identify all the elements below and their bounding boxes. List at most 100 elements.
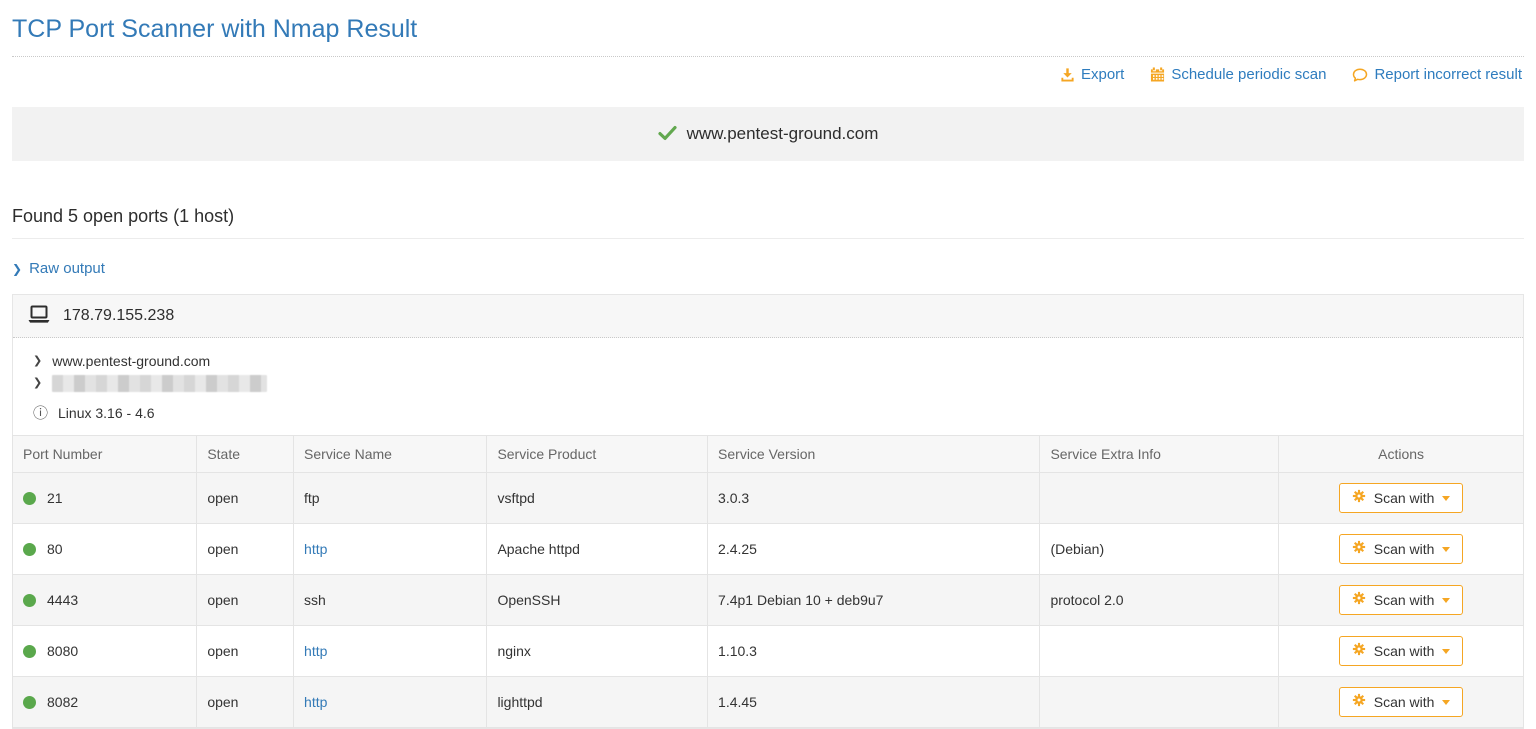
host-body: ❯ www.pentest-ground.com ❯ ⓘ Linux 3.16 …: [13, 338, 1523, 435]
laptop-icon: [27, 305, 51, 327]
service-product-cell: Apache httpd: [487, 524, 708, 575]
port-cell: 8080: [13, 626, 197, 677]
target-domain: www.pentest-ground.com: [687, 124, 879, 144]
state-cell: open: [197, 626, 294, 677]
service-name: ssh: [304, 592, 326, 608]
scan-with-label: Scan with: [1374, 541, 1435, 557]
scan-with-label: Scan with: [1374, 592, 1435, 608]
open-status-dot: [23, 492, 36, 505]
service-name[interactable]: http: [304, 694, 327, 710]
service-name-cell: http: [294, 677, 487, 728]
os-detection-row: ⓘ Linux 3.16 - 4.6: [33, 405, 1503, 421]
service-version-cell: 7.4p1 Debian 10 + deb9u7: [708, 575, 1040, 626]
table-row: 21 open ftp vsftpd 3.0.3 Scan with: [13, 473, 1524, 524]
toolbar: Export Schedule periodic scan Report inc…: [12, 56, 1524, 94]
table-row: 4443 open ssh OpenSSH 7.4p1 Debian 10 + …: [13, 575, 1524, 626]
service-product-cell: vsftpd: [487, 473, 708, 524]
raw-output-label: Raw output: [29, 260, 105, 277]
caret-down-icon: [1442, 547, 1450, 552]
caret-down-icon: [1442, 649, 1450, 654]
port-cell: 4443: [13, 575, 197, 626]
check-icon: [658, 125, 677, 144]
table-row: 8082 open http lighttpd 1.4.45 Scan with: [13, 677, 1524, 728]
actions-cell: Scan with: [1279, 626, 1524, 677]
open-status-dot: [23, 543, 36, 556]
target-status-bar: www.pentest-ground.com: [12, 107, 1524, 161]
caret-down-icon: [1442, 496, 1450, 501]
port-cell: 8082: [13, 677, 197, 728]
column-header: Service Product: [487, 436, 708, 473]
service-product-cell: OpenSSH: [487, 575, 708, 626]
hostname-label: www.pentest-ground.com: [52, 350, 210, 372]
service-version-cell: 1.4.45: [708, 677, 1040, 728]
chevron-right-icon: ❯: [33, 372, 42, 394]
export-label: Export: [1081, 66, 1124, 83]
export-button[interactable]: Export: [1060, 66, 1124, 83]
service-name: ftp: [304, 490, 320, 506]
service-product-cell: lighttpd: [487, 677, 708, 728]
chevron-right-icon: ❯: [33, 350, 42, 372]
column-header: Port Number: [13, 436, 197, 473]
host-header: 178.79.155.238: [13, 295, 1523, 338]
raw-output-toggle[interactable]: ❯ Raw output: [12, 260, 105, 277]
caret-down-icon: [1442, 598, 1450, 603]
service-name-cell: ssh: [294, 575, 487, 626]
hostname-toggle-redacted[interactable]: ❯: [33, 372, 1503, 394]
service-name-cell: http: [294, 626, 487, 677]
service-name[interactable]: http: [304, 643, 327, 659]
port-cell: 80: [13, 524, 197, 575]
gear-icon: [1352, 489, 1366, 506]
port-cell: 21: [13, 473, 197, 524]
state-cell: open: [197, 473, 294, 524]
table-header-row: Port NumberStateService NameService Prod…: [13, 436, 1524, 473]
service-version-cell: 2.4.25: [708, 524, 1040, 575]
scan-with-label: Scan with: [1374, 694, 1435, 710]
gear-icon: [1352, 591, 1366, 608]
table-row: 80 open http Apache httpd 2.4.25 (Debian…: [13, 524, 1524, 575]
host-card: 178.79.155.238 ❯ www.pentest-ground.com …: [12, 294, 1524, 729]
service-version-cell: 1.10.3: [708, 626, 1040, 677]
gear-icon: [1352, 693, 1366, 710]
service-product-cell: nginx: [487, 626, 708, 677]
chevron-right-icon: ❯: [12, 262, 22, 276]
service-extra-info-cell: [1040, 677, 1279, 728]
summary-heading: Found 5 open ports (1 host): [12, 206, 1524, 239]
state-cell: open: [197, 524, 294, 575]
state-cell: open: [197, 575, 294, 626]
download-icon: [1060, 67, 1075, 82]
report-incorrect-result-button[interactable]: Report incorrect result: [1352, 66, 1522, 83]
host-ip: 178.79.155.238: [63, 307, 174, 325]
schedule-label: Schedule periodic scan: [1171, 66, 1326, 83]
service-name[interactable]: http: [304, 541, 327, 557]
hostname-toggle[interactable]: ❯ www.pentest-ground.com: [33, 350, 1503, 372]
scan-with-button[interactable]: Scan with: [1339, 483, 1464, 513]
scan-with-button[interactable]: Scan with: [1339, 534, 1464, 564]
service-name-cell: http: [294, 524, 487, 575]
column-header: Service Name: [294, 436, 487, 473]
scan-with-button[interactable]: Scan with: [1339, 585, 1464, 615]
redacted-hostname: [52, 375, 267, 392]
calendar-icon: [1150, 67, 1165, 82]
actions-cell: Scan with: [1279, 473, 1524, 524]
service-name-cell: ftp: [294, 473, 487, 524]
scan-with-button[interactable]: Scan with: [1339, 636, 1464, 666]
column-header: State: [197, 436, 294, 473]
service-extra-info-cell: protocol 2.0: [1040, 575, 1279, 626]
service-extra-info-cell: [1040, 473, 1279, 524]
actions-cell: Scan with: [1279, 575, 1524, 626]
gear-icon: [1352, 540, 1366, 557]
open-status-dot: [23, 594, 36, 607]
page-title: TCP Port Scanner with Nmap Result: [12, 0, 1524, 56]
scan-with-button[interactable]: Scan with: [1339, 687, 1464, 717]
open-status-dot: [23, 696, 36, 709]
open-status-dot: [23, 645, 36, 658]
table-row: 8080 open http nginx 1.10.3 Scan with: [13, 626, 1524, 677]
schedule-periodic-scan-button[interactable]: Schedule periodic scan: [1150, 66, 1326, 83]
service-version-cell: 3.0.3: [708, 473, 1040, 524]
column-header: Service Extra Info: [1040, 436, 1279, 473]
state-cell: open: [197, 677, 294, 728]
speech-bubble-icon: [1352, 67, 1368, 83]
gear-icon: [1352, 642, 1366, 659]
report-label: Report incorrect result: [1374, 66, 1522, 83]
column-header: Service Version: [708, 436, 1040, 473]
